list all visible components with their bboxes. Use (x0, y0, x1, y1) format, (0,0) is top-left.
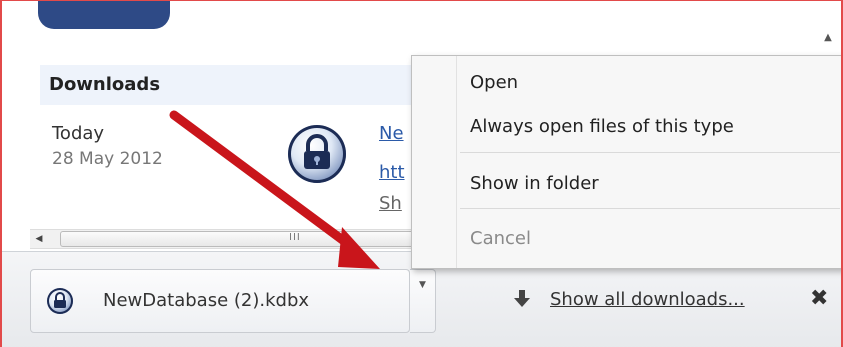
menu-item-always-open[interactable]: Always open files of this type (470, 116, 734, 137)
browser-window: ▲ Downloads Today 28 May 2012 Ne htt Sh … (0, 0, 843, 347)
horizontal-scrollbar[interactable]: ◀ III (30, 229, 432, 249)
download-item-show-link[interactable]: Sh (379, 193, 402, 214)
download-item-name-link[interactable]: Ne (379, 123, 404, 144)
menu-separator (460, 208, 840, 209)
close-icon[interactable]: ✖ (810, 286, 828, 311)
date-group-date: 28 May 2012 (52, 149, 163, 169)
date-group-day: Today (52, 123, 105, 144)
menu-gutter (456, 56, 457, 268)
page-button[interactable] (38, 1, 170, 29)
download-item-button[interactable]: NewDatabase (2).kdbx (30, 269, 410, 333)
scroll-up-icon[interactable]: ▲ (821, 31, 835, 45)
menu-item-show-in-folder[interactable]: Show in folder (470, 173, 599, 194)
download-filename: NewDatabase (2).kdbx (103, 290, 310, 311)
download-item-url-link[interactable]: htt (379, 162, 405, 183)
scrollbar-grip: III (289, 232, 301, 243)
scrollbar-thumb[interactable]: III (60, 231, 432, 247)
keepass-lock-icon (288, 125, 346, 183)
menu-item-cancel: Cancel (470, 228, 531, 249)
page-title: Downloads (49, 74, 161, 95)
dropdown-arrow-icon[interactable]: ▼ (410, 269, 436, 333)
show-all-downloads-label[interactable]: Show all downloads... (550, 289, 745, 310)
downloads-header: Downloads (40, 65, 420, 105)
keepass-lock-icon (47, 288, 73, 314)
context-menu: Open Always open files of this type Show… (411, 55, 841, 269)
scroll-left-icon[interactable]: ◀ (30, 230, 48, 248)
download-arrow-icon (514, 290, 530, 307)
menu-item-open[interactable]: Open (470, 72, 518, 93)
menu-separator (460, 152, 840, 153)
